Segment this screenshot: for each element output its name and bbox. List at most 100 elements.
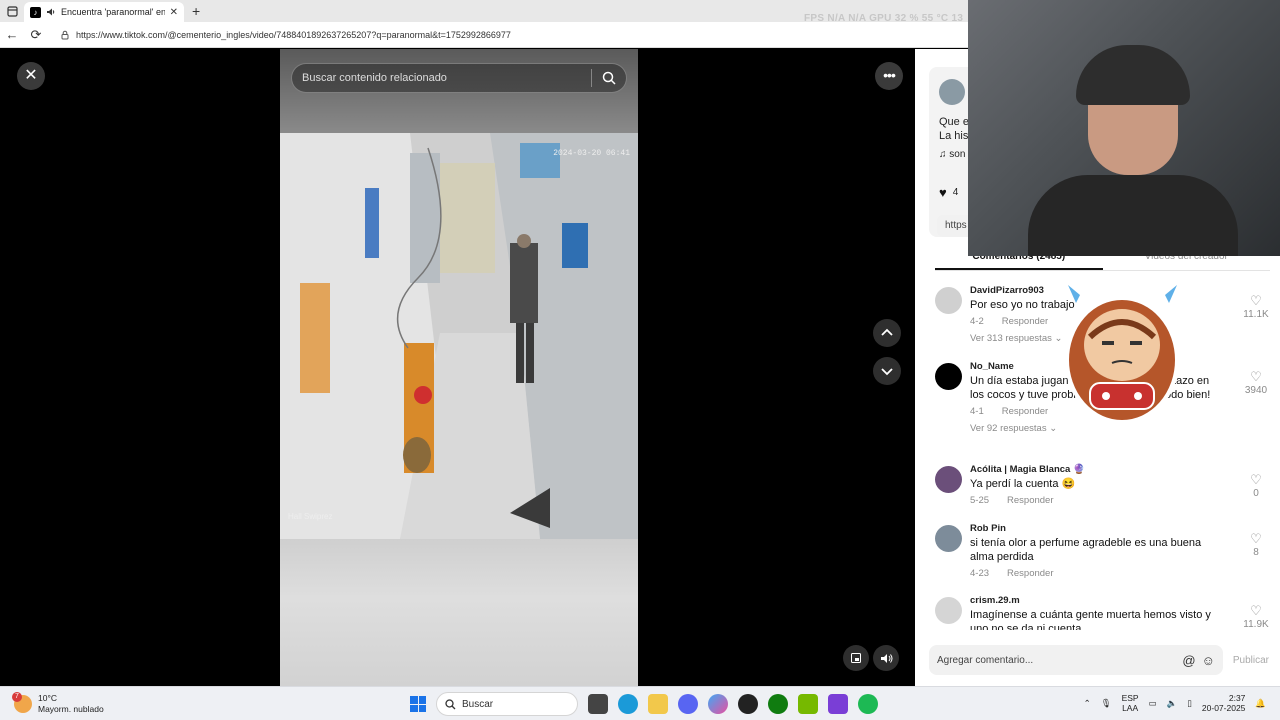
camera-label: Hall Swiprez: [288, 512, 333, 521]
language-indicator[interactable]: ESP LAA: [1122, 693, 1139, 713]
commenter-avatar[interactable]: [935, 287, 962, 314]
comment-item: crism.29.m Imagínense a cuánta gente mue…: [935, 595, 1270, 630]
comment-item: Rob Pin si tenía olor a perfume agradebl…: [935, 523, 1270, 595]
comment-meta: 4-23 Responder: [970, 568, 1270, 579]
notifications-icon[interactable]: 🔔: [1255, 698, 1266, 709]
weather-widget[interactable]: 7 10°C Mayorm. nublado: [12, 692, 104, 715]
reply-button[interactable]: Responder: [1002, 316, 1048, 327]
commenter-avatar[interactable]: [935, 597, 962, 624]
previous-video-button[interactable]: [873, 319, 901, 347]
mention-icon[interactable]: @: [1182, 653, 1195, 668]
related-search-input[interactable]: [302, 72, 591, 84]
comment-username[interactable]: Rob Pin: [970, 523, 1270, 534]
comment-text: si tenía olor a perfume agradeble es una…: [970, 537, 1202, 563]
comment-text: Ya perdí la cuenta 😆: [970, 478, 1076, 490]
heart-icon[interactable]: ♥: [939, 185, 947, 200]
system-tray: ⌃ 🎙 ESP LAA ▭ 🔈 ▯ 2:37 20-07-2025 🔔: [1084, 693, 1266, 713]
windows-start-icon[interactable]: [410, 696, 426, 712]
description-line: La his: [939, 130, 969, 142]
reply-button[interactable]: Responder: [1007, 495, 1053, 506]
obs-icon[interactable]: [738, 694, 758, 714]
commenter-avatar[interactable]: [935, 363, 962, 390]
spotify-icon[interactable]: [858, 694, 878, 714]
media-app-icon[interactable]: [828, 694, 848, 714]
music-link[interactable]: ♫ son: [939, 149, 965, 160]
comment-like-button[interactable]: ♡ 3940: [1242, 369, 1270, 396]
comment-meta: 5-25 Responder: [970, 495, 1270, 506]
emoji-icon[interactable]: ☺: [1202, 653, 1215, 668]
comment-like-button[interactable]: ♡ 8: [1242, 531, 1270, 558]
comment-field-wrap: @ ☺: [929, 645, 1223, 675]
next-video-button[interactable]: [873, 357, 901, 385]
browser-tab-active[interactable]: ♪ Encuentra 'paranormal' en TikTok ✕: [24, 2, 184, 22]
comment-date: 4-1: [970, 406, 984, 417]
comment-username[interactable]: crism.29.m: [970, 595, 1270, 606]
camera-timestamp: 2024-03-20 06:41: [553, 149, 630, 158]
nvidia-icon[interactable]: [798, 694, 818, 714]
taskbar-search[interactable]: Buscar: [436, 692, 578, 716]
taskbar-search-label: Buscar: [462, 698, 494, 710]
video-stage: ✕ 2024-03-20 06:41 Hall Swiprez Buscar c…: [3, 49, 915, 686]
copilot-icon[interactable]: [708, 694, 728, 714]
comment-like-count: 0: [1253, 488, 1259, 499]
volume-icon[interactable]: 🔈: [1167, 698, 1178, 709]
speaker-icon[interactable]: [46, 7, 56, 17]
microphone-icon[interactable]: 🎙: [1101, 698, 1112, 709]
clock-date: 20-07-2025: [1201, 703, 1246, 713]
related-search-bar[interactable]: [291, 63, 627, 93]
commenter-avatar[interactable]: [935, 525, 962, 552]
discord-icon[interactable]: [678, 694, 698, 714]
comment-like-count: 11.9K: [1243, 619, 1269, 630]
battery-icon[interactable]: ▯: [1187, 698, 1192, 709]
comment-like-button[interactable]: ♡ 11.1K: [1242, 293, 1270, 320]
heart-outline-icon: ♡: [1250, 293, 1262, 308]
creator-avatar[interactable]: [939, 79, 965, 105]
comment-username[interactable]: Acólita | Magia Blanca 🔮: [970, 464, 1270, 475]
file-explorer-icon[interactable]: [648, 694, 668, 714]
heart-outline-icon: ♡: [1250, 472, 1262, 487]
comment-like-button[interactable]: ♡ 0: [1242, 472, 1270, 499]
floating-player-button[interactable]: [843, 645, 869, 671]
volume-button[interactable]: [873, 645, 899, 671]
tab-title: Encuentra 'paranormal' en TikTok: [61, 7, 165, 17]
keyboard-layout: LAA: [1122, 703, 1139, 713]
weather-cloud-icon: 7: [12, 692, 32, 713]
comment-like-count: 8: [1253, 547, 1259, 558]
reload-button[interactable]: ⟳: [24, 27, 48, 43]
reply-button[interactable]: Responder: [1007, 568, 1053, 579]
task-view-icon[interactable]: [588, 694, 608, 714]
comment-date: 5-25: [970, 495, 990, 506]
tab-actions-icon[interactable]: [0, 0, 24, 22]
edge-icon[interactable]: [618, 694, 638, 714]
tab-close-icon[interactable]: ✕: [170, 7, 178, 18]
picture-in-picture-icon: [851, 653, 861, 663]
xbox-icon[interactable]: [768, 694, 788, 714]
clock-time: 2:37: [1228, 693, 1246, 703]
comment-item: Acólita | Magia Blanca 🔮 Ya perdí la cue…: [935, 464, 1270, 523]
windows-taskbar: 7 10°C Mayorm. nublado Buscar ⌃ 🎙 ESP LA…: [0, 686, 1280, 720]
comment-like-count: 11.1K: [1243, 309, 1269, 320]
search-icon[interactable]: [592, 71, 626, 85]
new-tab-button[interactable]: +: [192, 3, 200, 19]
weather-text: 10°C Mayorm. nublado: [38, 693, 104, 715]
video-player[interactable]: 2024-03-20 06:41 Hall Swiprez: [280, 49, 638, 686]
comment-text: Imagínense a cuánta gente muerta hemos v…: [970, 609, 1211, 630]
weather-temp: 10°C: [38, 693, 57, 703]
commenter-avatar[interactable]: [935, 466, 962, 493]
webcam-hoodie: [1028, 175, 1238, 256]
heart-outline-icon: ♡: [1250, 369, 1262, 384]
chevron-up-icon[interactable]: ⌃: [1084, 698, 1091, 709]
url-text: https://www.tiktok.com/@cementerio_ingle…: [76, 29, 511, 40]
publish-button[interactable]: Publicar: [1233, 655, 1269, 666]
video-description: Que e La his: [939, 115, 969, 143]
back-button[interactable]: ←: [0, 27, 24, 42]
comment-like-button[interactable]: ♡ 11.9K: [1242, 603, 1270, 630]
more-options-button[interactable]: •••: [875, 62, 903, 90]
comment-input[interactable]: [937, 654, 1177, 666]
close-video-button[interactable]: ✕: [17, 62, 45, 90]
network-icon[interactable]: ▭: [1149, 698, 1157, 709]
site-info-icon[interactable]: [60, 30, 70, 40]
reply-button[interactable]: Responder: [1002, 406, 1048, 417]
clock[interactable]: 2:37 20-07-2025: [1202, 693, 1245, 713]
language-code: ESP: [1121, 693, 1139, 703]
